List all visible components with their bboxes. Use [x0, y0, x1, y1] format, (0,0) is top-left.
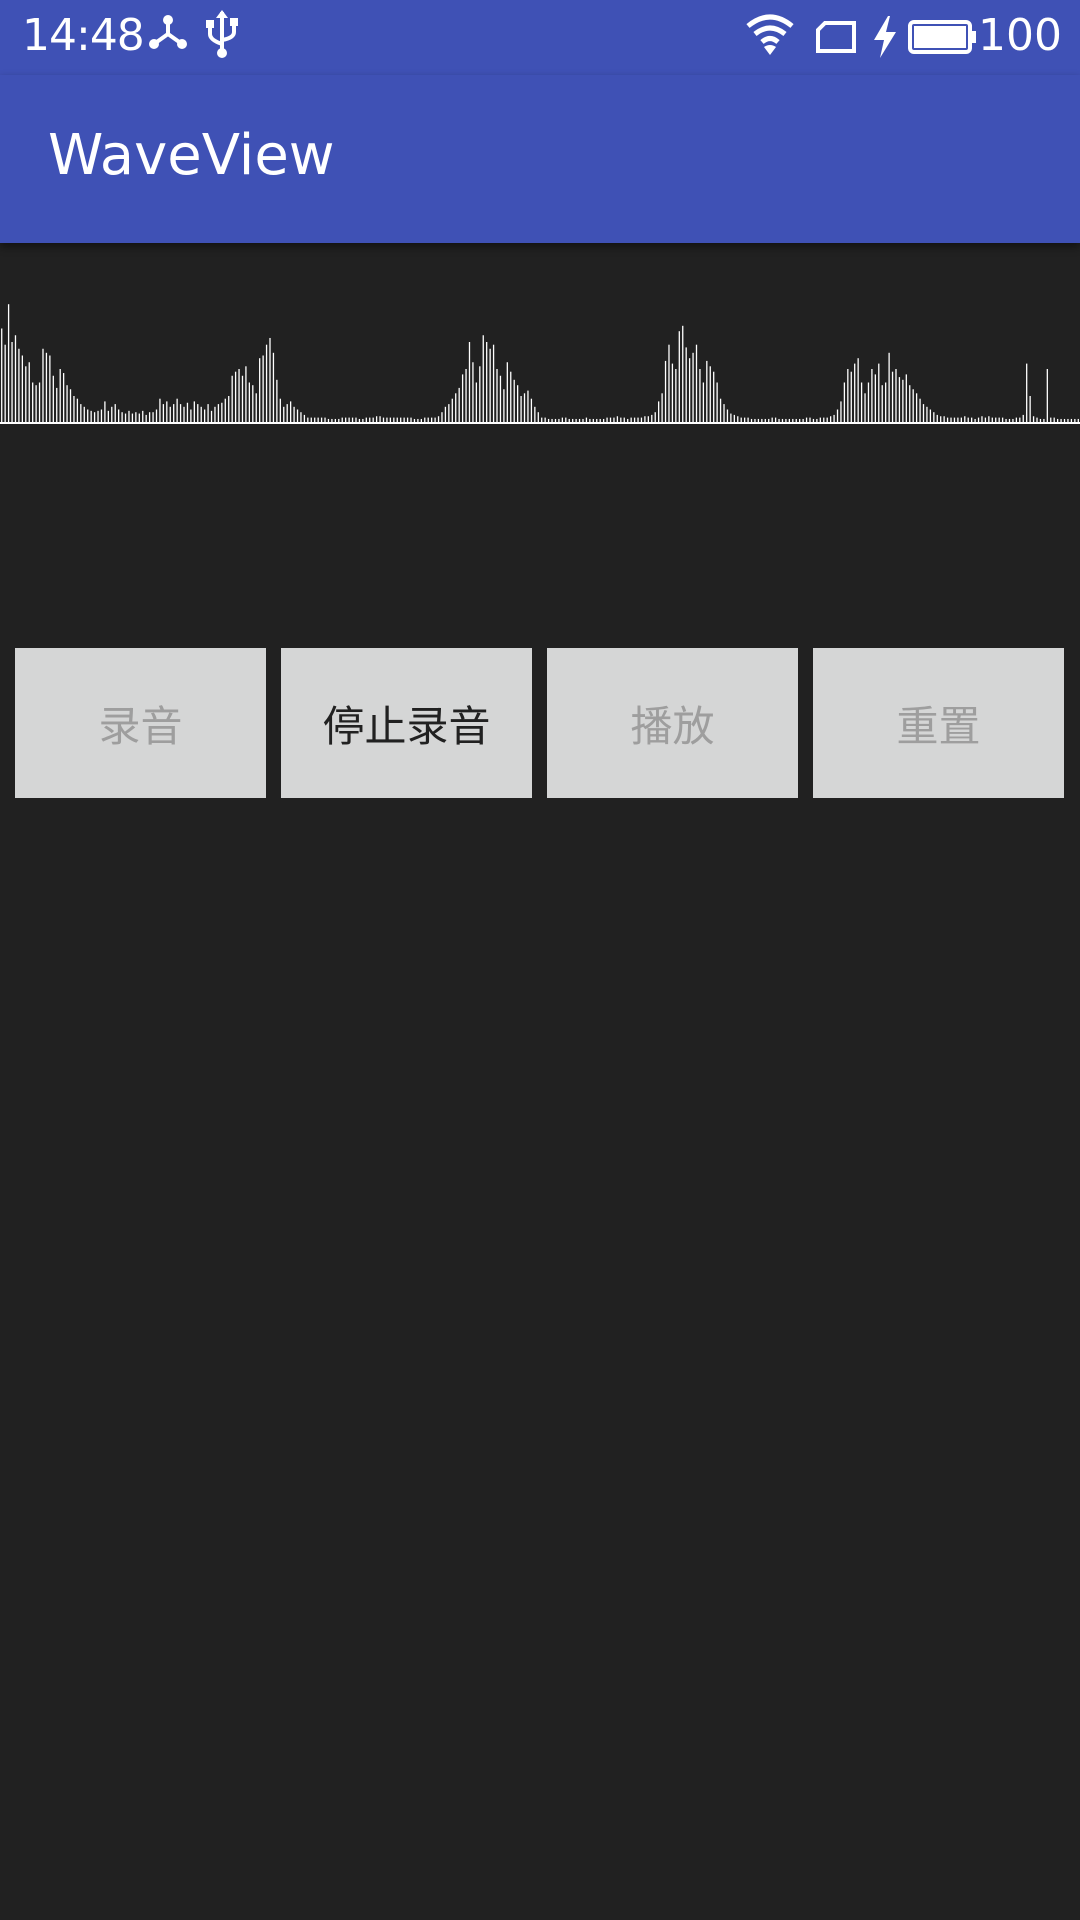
- share-icon: [148, 12, 188, 56]
- play-button[interactable]: 播放: [547, 648, 798, 798]
- battery-level: 100: [978, 10, 1062, 61]
- wave-view: [0, 304, 1080, 424]
- usb-icon: [204, 10, 240, 62]
- record-button[interactable]: 录音: [15, 648, 266, 798]
- status-bar: 14:48 100: [0, 0, 1080, 75]
- charging-bolt-icon: [872, 16, 898, 62]
- sim-card-icon: [815, 20, 857, 58]
- app-bar: WaveView: [0, 75, 1080, 243]
- battery-icon: [908, 20, 978, 58]
- wifi-icon: [745, 14, 795, 60]
- stop-recording-button[interactable]: 停止录音: [281, 648, 532, 798]
- reset-button[interactable]: 重置: [813, 648, 1064, 798]
- app-title: WaveView: [48, 123, 335, 188]
- status-time: 14:48: [22, 10, 145, 61]
